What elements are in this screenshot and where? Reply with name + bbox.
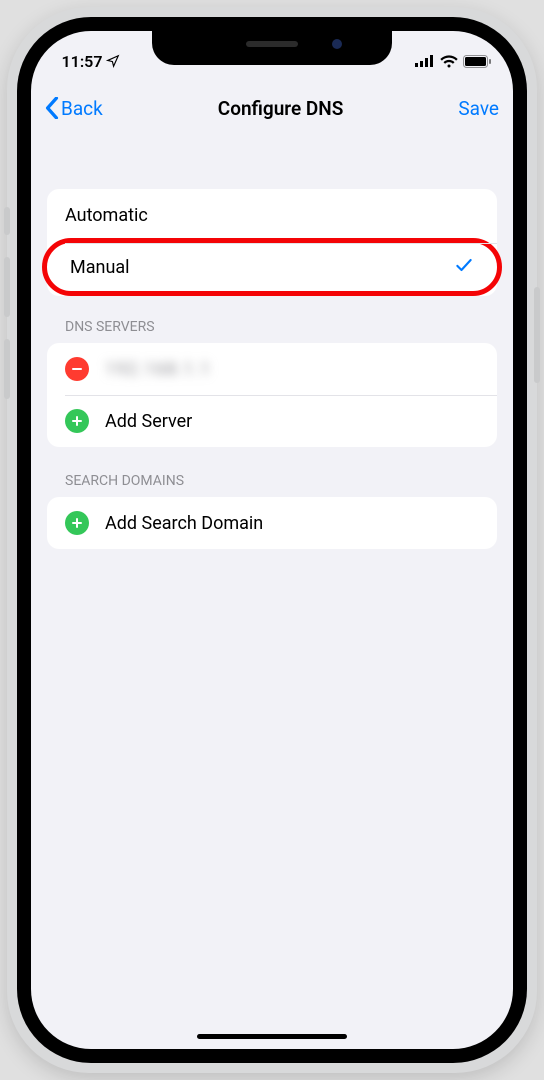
dns-servers-group: 192.168.1.1 Add Server xyxy=(47,343,497,447)
phone-frame: 11:57 Back Configure DNS Save xyxy=(7,7,537,1073)
home-indicator[interactable] xyxy=(197,1034,347,1039)
clock: 11:57 xyxy=(62,52,103,71)
side-buttons-right xyxy=(534,287,540,405)
plus-icon xyxy=(71,517,83,529)
content: Automatic Manual DNS SERVERS xyxy=(31,161,513,1049)
add-search-domain-button[interactable] xyxy=(65,511,89,535)
wifi-icon xyxy=(440,55,458,68)
minus-icon xyxy=(71,363,83,375)
dns-server-value: 192.168.1.1 xyxy=(105,359,211,380)
notch xyxy=(152,31,392,65)
mode-manual-label: Manual xyxy=(70,257,130,278)
add-server-row[interactable]: Add Server xyxy=(47,395,497,447)
nav-bar: Back Configure DNS Save xyxy=(31,79,513,137)
save-button[interactable]: Save xyxy=(458,97,499,120)
chevron-left-icon xyxy=(45,97,59,119)
search-domains-header: SEARCH DOMAINS xyxy=(47,447,497,497)
location-icon xyxy=(106,54,120,68)
back-label: Back xyxy=(61,97,103,120)
mode-automatic-row[interactable]: Automatic xyxy=(47,189,497,241)
checkmark-icon xyxy=(454,255,474,280)
dns-mode-group: Automatic Manual xyxy=(47,189,497,296)
cellular-icon xyxy=(415,55,435,67)
plus-icon xyxy=(71,415,83,427)
remove-server-button[interactable] xyxy=(65,357,89,381)
dns-servers-header: DNS SERVERS xyxy=(47,293,497,343)
side-buttons-left xyxy=(4,207,10,421)
add-search-domain-row[interactable]: Add Search Domain xyxy=(47,497,497,549)
page-title: Configure DNS xyxy=(218,97,344,120)
back-button[interactable]: Back xyxy=(45,97,103,120)
add-search-domain-label: Add Search Domain xyxy=(105,513,263,534)
mode-automatic-label: Automatic xyxy=(65,205,148,226)
screen: 11:57 Back Configure DNS Save xyxy=(31,31,513,1049)
battery-icon xyxy=(463,55,491,68)
dns-server-row[interactable]: 192.168.1.1 xyxy=(47,343,497,395)
add-server-label: Add Server xyxy=(105,411,192,432)
search-domains-group: Add Search Domain xyxy=(47,497,497,549)
add-server-button[interactable] xyxy=(65,409,89,433)
mode-manual-row[interactable]: Manual xyxy=(42,238,502,296)
